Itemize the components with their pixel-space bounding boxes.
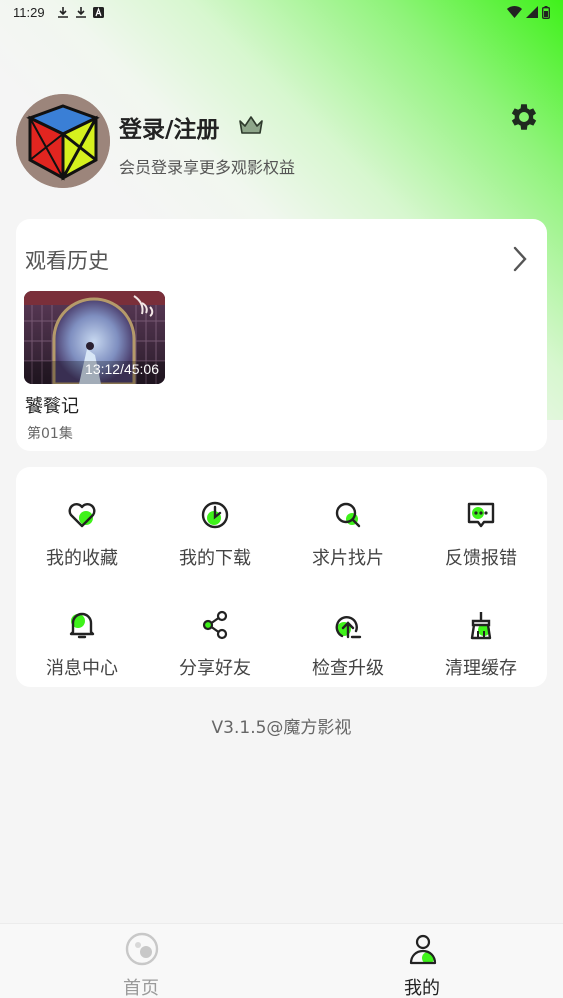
tab-mine[interactable]: 我的 (352, 924, 492, 998)
history-item-thumbnail[interactable]: 13:12/45:06 (24, 291, 165, 384)
tab-home[interactable]: 首页 (71, 924, 211, 998)
menu-item-feedback[interactable]: 反馈报错 (415, 477, 547, 569)
status-bar: 11:29 (0, 0, 563, 24)
home-icon (125, 932, 159, 966)
status-system-icons (507, 5, 550, 19)
profile-header: 登录/注册 会员登录享更多观影权益 (16, 94, 547, 190)
upgrade-icon (335, 616, 362, 639)
login-register-link[interactable]: 登录/注册 (119, 110, 219, 144)
wifi-icon (507, 6, 522, 18)
gear-icon[interactable] (507, 100, 541, 134)
tab-mine-label: 我的 (404, 978, 440, 998)
menu-item-share[interactable]: 分享好友 (149, 587, 281, 679)
download-icon (75, 7, 86, 18)
download-icon (57, 7, 68, 18)
signal-icon (526, 6, 538, 18)
menu-item-favorites[interactable]: 我的收藏 (16, 477, 148, 569)
profile-icon (409, 934, 437, 965)
menu-item-label: 求片找片 (312, 548, 384, 569)
login-subtitle: 会员登录享更多观影权益 (119, 158, 296, 177)
tab-home-label: 首页 (123, 978, 159, 998)
menu-item-label: 清理缓存 (445, 658, 517, 679)
menu-item-label: 消息中心 (46, 658, 118, 679)
menu-item-downloads[interactable]: 我的下载 (149, 477, 281, 569)
history-item-title[interactable]: 饕餮记 (25, 392, 79, 418)
history-item-progress: 13:12/45:06 (85, 361, 159, 377)
function-menu-card: 我的收藏 我的下载 求片找片 反馈报错 消息中心 分享好友 检查升级 清理缓存 (16, 467, 547, 687)
bell-icon (69, 612, 95, 639)
download-circle-icon (201, 501, 229, 529)
app-version: V3.1.5@魔方影视 (211, 718, 352, 738)
app-a-icon (92, 6, 104, 18)
menu-item-label: 我的收藏 (46, 548, 118, 569)
broom-icon (470, 612, 492, 640)
history-item-episode: 第01集 (27, 426, 73, 442)
battery-icon (542, 5, 550, 19)
chevron-right-icon[interactable] (513, 246, 527, 272)
menu-item-label: 检查升级 (312, 658, 384, 679)
avatar[interactable] (16, 94, 110, 188)
feedback-icon (467, 502, 495, 528)
status-time: 11:29 (13, 4, 45, 20)
menu-item-messages[interactable]: 消息中心 (16, 587, 148, 679)
menu-item-request-video[interactable]: 求片找片 (282, 477, 414, 569)
menu-item-label: 分享好友 (179, 658, 251, 679)
menu-item-check-update[interactable]: 检查升级 (282, 587, 414, 679)
watch-history-card: 观看历史 13:12/45:06 饕餮记 第01集 (16, 219, 547, 451)
bottom-tab-bar: 首页 我的 (0, 923, 563, 998)
search-icon (335, 502, 361, 528)
rubiks-cube-avatar (16, 94, 110, 188)
status-notifications (57, 6, 104, 18)
watch-history-title: 观看历史 (25, 249, 109, 273)
share-icon (202, 610, 228, 640)
crown-icon (239, 116, 263, 134)
heart-icon (68, 503, 96, 528)
menu-item-label: 反馈报错 (445, 548, 517, 569)
menu-item-label: 我的下载 (179, 548, 251, 569)
menu-item-clear-cache[interactable]: 清理缓存 (415, 587, 547, 679)
